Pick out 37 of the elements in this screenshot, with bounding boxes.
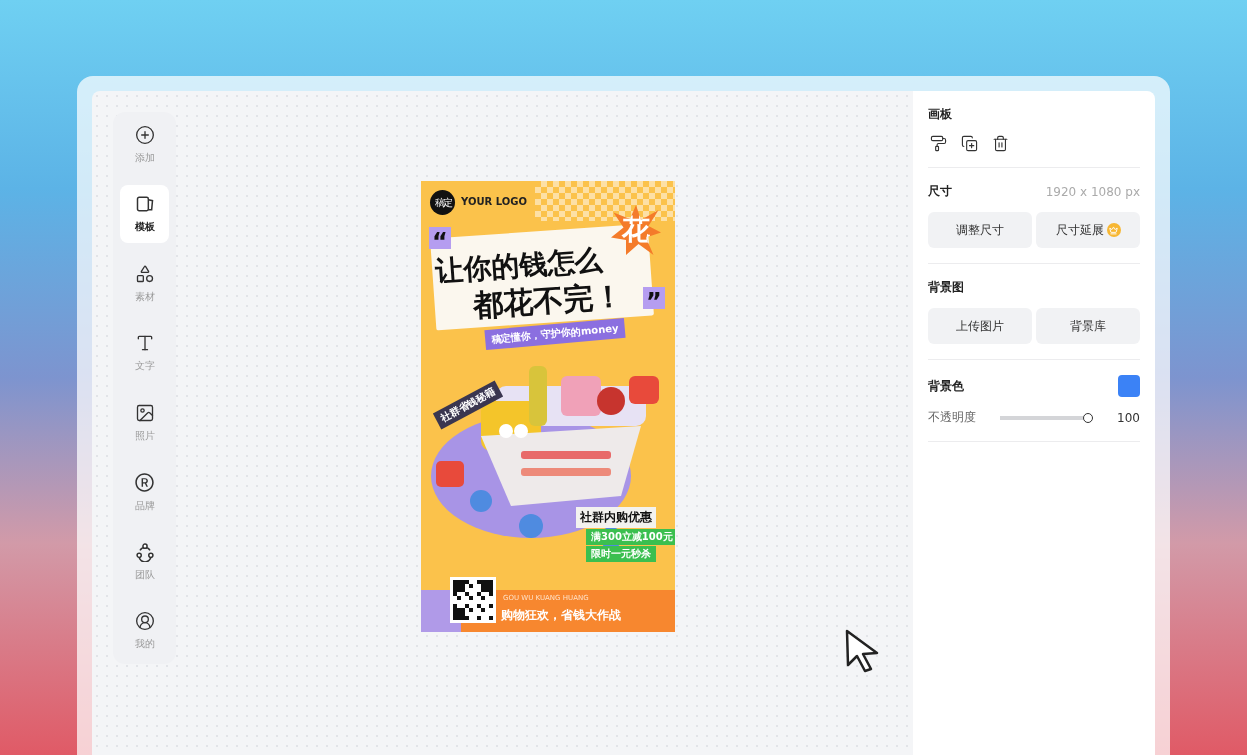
close-quote: ” <box>643 287 665 309</box>
section-title: 背景图 <box>928 279 964 296</box>
section-title: 尺寸 <box>928 183 952 200</box>
toolbar-item[interactable]: 团队 <box>120 532 169 591</box>
slider-thumb[interactable] <box>1083 412 1093 423</box>
crown-icon <box>1106 223 1121 237</box>
panel-button[interactable]: 上传图片 <box>928 308 1032 344</box>
duplicate-icon[interactable] <box>961 135 978 152</box>
toolbar-item[interactable]: 模板 <box>120 185 169 244</box>
section-title: 背景色 <box>928 377 964 395</box>
opacity-label: 不透明度 <box>928 409 976 426</box>
open-quote: “ <box>429 227 451 249</box>
opacity-value: 100 <box>1116 410 1140 425</box>
registered-icon <box>134 471 155 493</box>
toolbar-item[interactable]: 照片 <box>120 393 169 452</box>
paint-roller-icon[interactable] <box>930 135 947 152</box>
size-value: 1920 x 1080 px <box>1045 184 1140 199</box>
add-icon <box>134 125 155 145</box>
user-icon <box>134 610 155 631</box>
offer-title: 社群内购优惠 <box>576 507 656 528</box>
toolbar-item[interactable]: 素材 <box>120 254 169 313</box>
toolbar-item[interactable]: 品牌 <box>120 463 169 522</box>
color-swatch[interactable] <box>1118 375 1140 397</box>
toolbar-item[interactable]: 添加 <box>120 116 169 174</box>
toolbar-item[interactable]: 文字 <box>120 324 169 383</box>
footer-title: 购物狂欢，省钱大作战 <box>501 607 621 624</box>
shapes-icon <box>134 263 155 284</box>
logo-mark: 稿定 <box>430 190 455 215</box>
team-icon <box>134 541 155 562</box>
delete-icon[interactable] <box>992 135 1009 152</box>
toolbar-item[interactable]: 我的 <box>120 601 169 660</box>
logo-text: YOUR LOGO <box>461 196 527 207</box>
panel-button[interactable]: 调整尺寸 <box>928 212 1032 248</box>
panel-button[interactable]: 尺寸延展 <box>1036 212 1140 248</box>
panel-button[interactable]: 背景库 <box>1036 308 1140 344</box>
section-title: 画板 <box>928 106 953 123</box>
image-icon <box>134 402 155 423</box>
